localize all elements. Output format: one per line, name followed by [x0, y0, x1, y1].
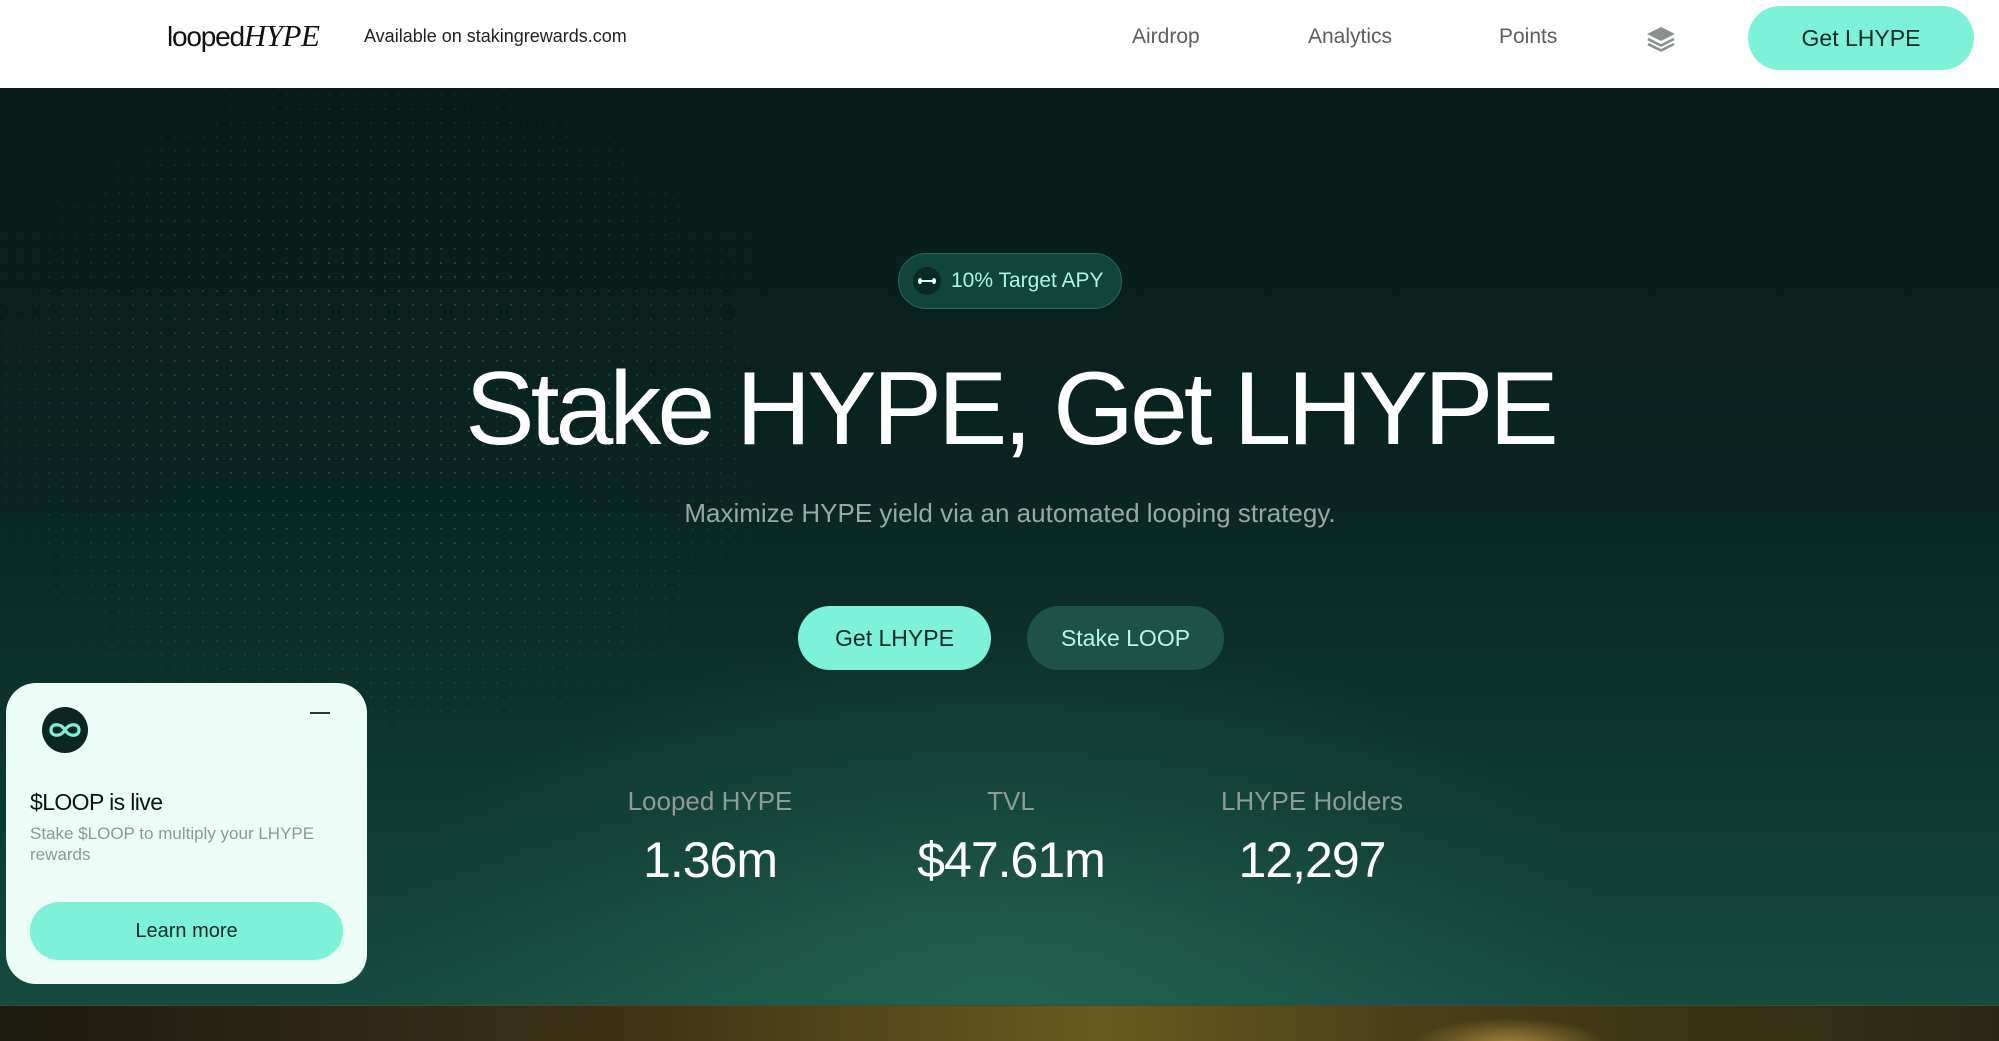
hero-subtitle: Maximize HYPE yield via an automated loo…	[684, 498, 1336, 528]
logo[interactable]: looped HYPE	[167, 18, 320, 58]
get-lhype-button[interactable]: Get LHYPE	[798, 606, 991, 670]
nav-airdrop[interactable]: Airdrop	[1132, 25, 1200, 49]
available-on-text[interactable]: Available on stakingrewards.com	[364, 26, 627, 47]
landscape-highlight	[1380, 1006, 1640, 1041]
page: looped HYPE Available on stakingrewards.…	[0, 0, 1999, 1041]
stat-looped-hype: Looped HYPE 1.36m	[560, 786, 860, 889]
infinity-icon	[913, 267, 941, 295]
hero-title: Stake HYPE, Get LHYPE	[465, 351, 1558, 467]
landscape-image-preview	[0, 1005, 1999, 1041]
layers-icon[interactable]	[1644, 22, 1678, 56]
nav-points[interactable]: Points	[1499, 25, 1557, 49]
stat-value: $47.61m	[917, 832, 1106, 888]
stat-value: 12,297	[1238, 832, 1387, 888]
learn-more-button[interactable]: Learn more	[30, 902, 343, 960]
target-apy-badge: 10% Target APY	[898, 253, 1122, 309]
stat-tvl: TVL $47.61m	[861, 786, 1161, 889]
header-get-lhype-button[interactable]: Get LHYPE	[1748, 6, 1974, 70]
popup-title: $LOOP is live	[30, 789, 163, 815]
logo-text-hype: HYPE	[243, 18, 320, 53]
stat-lhype-holders: LHYPE Holders 12,297	[1162, 786, 1462, 889]
minimize-icon[interactable]	[306, 703, 334, 723]
stat-label: LHYPE Holders	[1220, 786, 1404, 816]
nav-analytics[interactable]: Analytics	[1308, 25, 1392, 49]
target-apy-text: 10% Target APY	[951, 269, 1104, 292]
loop-logo-icon	[42, 707, 88, 753]
loop-live-popup: $LOOP is live Stake $LOOP to multiply yo…	[6, 683, 367, 984]
logo-text-looped: looped	[167, 21, 245, 52]
stat-label: Looped HYPE	[627, 786, 793, 816]
popup-description: Stake $LOOP to multiply your LHYPE rewar…	[30, 824, 315, 864]
stake-loop-button[interactable]: Stake LOOP	[1027, 606, 1224, 670]
top-navbar: looped HYPE Available on stakingrewards.…	[0, 0, 1999, 88]
stat-label: TVL	[987, 786, 1035, 816]
stat-value: 1.36m	[643, 832, 778, 888]
